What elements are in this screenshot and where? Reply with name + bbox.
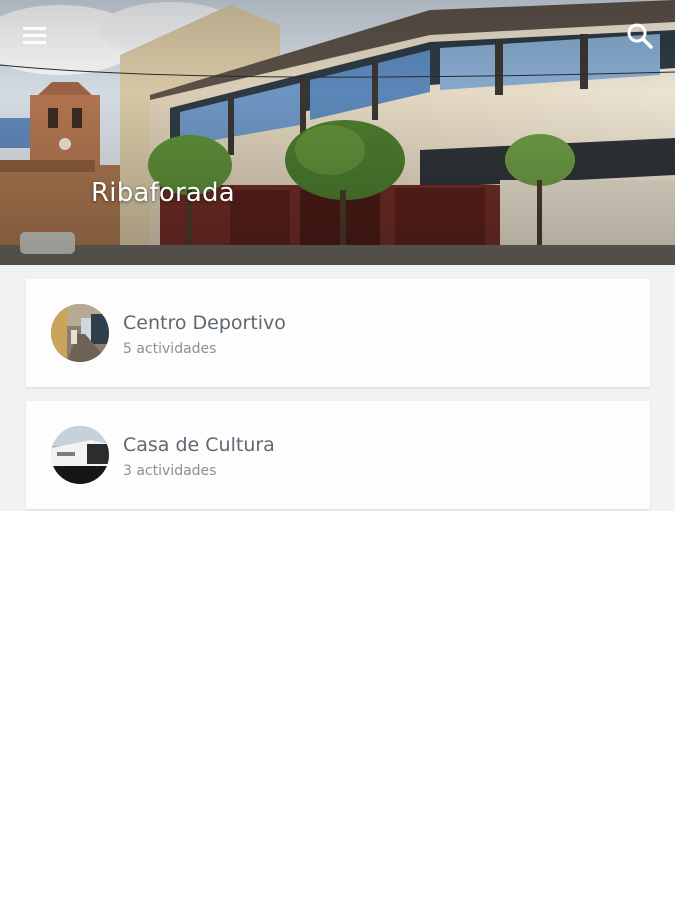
page-title: Ribaforada [91,178,235,208]
header-overlay [0,0,675,265]
menu-button[interactable] [20,22,52,50]
sports-center-photo [51,304,109,362]
search-button[interactable] [624,20,656,52]
place-name: Casa de Cultura [123,434,275,456]
hamburger-menu-icon [23,27,46,44]
places-list: Centro Deportivo 5 actividades Casa de C… [0,265,675,511]
activities-count: 5 actividades [123,341,217,357]
header-hero: Ribaforada [0,0,675,265]
culture-house-photo [51,426,109,484]
place-name: Centro Deportivo [123,312,286,334]
list-item-centro-deportivo[interactable]: Centro Deportivo 5 actividades [26,279,650,387]
activities-count: 3 actividades [123,463,217,479]
search-icon [627,23,653,49]
list-item-casa-de-cultura[interactable]: Casa de Cultura 3 actividades [26,401,650,509]
